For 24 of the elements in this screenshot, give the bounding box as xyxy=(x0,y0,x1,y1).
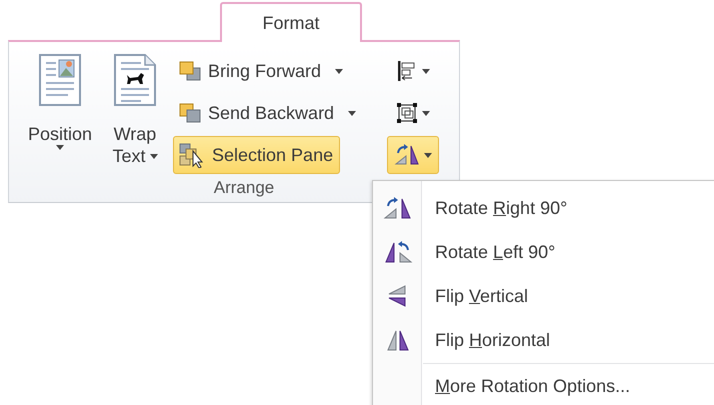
menu-item[interactable]: Flip Vertical xyxy=(373,274,714,318)
group-objects-icon xyxy=(396,102,418,124)
ribbon-button[interactable]: Send Backward xyxy=(173,94,364,132)
menu-item[interactable]: Rotate Right 90° xyxy=(373,186,714,230)
rotate-left-icon xyxy=(383,240,413,264)
menu-item[interactable]: Rotate Left 90° xyxy=(373,230,714,274)
format-tab[interactable]: Format xyxy=(220,2,362,42)
menu-item[interactable]: More Rotation Options... xyxy=(373,364,714,405)
group-label: Arrange xyxy=(212,178,276,198)
button-label: Position xyxy=(28,123,92,150)
button-label: Wrap Text xyxy=(112,123,158,167)
layers-icon xyxy=(178,60,202,82)
page-picture-icon xyxy=(38,53,82,107)
rotate-right-icon xyxy=(383,196,413,220)
ribbon-button[interactable]: Bring Forward xyxy=(173,52,350,90)
large-button[interactable]: Wrap Text xyxy=(101,52,169,170)
selection-cursor-icon xyxy=(178,142,206,168)
ribbon-button[interactable]: Selection Pane xyxy=(173,136,340,174)
rotate-icon xyxy=(394,144,420,166)
large-button[interactable]: Position xyxy=(19,52,101,170)
menu-item[interactable]: Flip Horizontal xyxy=(373,318,714,362)
page-animal-icon xyxy=(113,53,157,107)
dropdown-button[interactable] xyxy=(387,136,439,174)
layers-icon xyxy=(178,102,202,124)
